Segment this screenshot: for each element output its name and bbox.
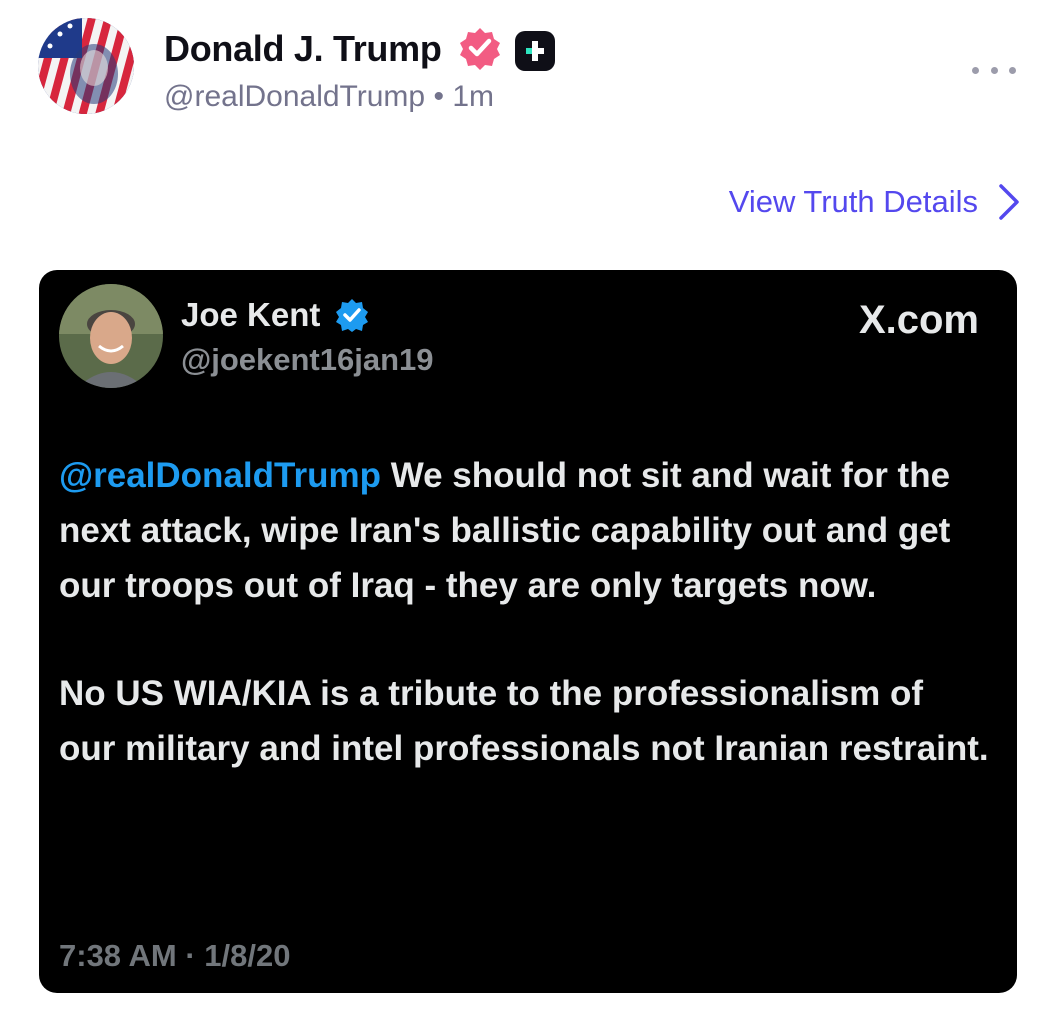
- post-time: 1m: [452, 80, 494, 113]
- post-header: Donald J. Trump @realDonaldTrump • 1m: [38, 18, 1038, 118]
- view-truth-details-label: View Truth Details: [728, 184, 978, 219]
- author-avatar[interactable]: [38, 18, 134, 114]
- author-name[interactable]: Donald J. Trump: [164, 28, 442, 70]
- embed-author-name: Joe Kent: [181, 296, 321, 333]
- more-dot: [1009, 66, 1016, 74]
- embed-author-avatar: [59, 284, 163, 388]
- embed-paragraph-1: @realDonaldTrump We should not sit and w…: [59, 448, 989, 613]
- verified-badge-icon: [460, 28, 500, 70]
- separator-dot: •: [433, 80, 444, 113]
- avatar-flag-portrait: [38, 18, 134, 114]
- x-verified-icon: [336, 299, 368, 332]
- x-com-logo: X.com: [858, 298, 979, 342]
- more-dot: [972, 66, 979, 74]
- embed-timestamp: 7:38 AM · 1/8/20: [59, 938, 291, 973]
- embed-paragraph-2: No US WIA/KIA is a tribute to the profes…: [59, 674, 989, 768]
- plus-badge-icon: [515, 31, 555, 71]
- embed-mention: @realDonaldTrump: [59, 456, 381, 495]
- embedded-x-post-image[interactable]: Joe Kent @joekent16jan19 X.com @realDona…: [39, 270, 1017, 993]
- more-dot: [990, 66, 998, 74]
- more-options-icon[interactable]: [972, 60, 1016, 80]
- author-handle-line: @realDonaldTrump • 1m: [164, 80, 494, 114]
- author-handle[interactable]: @realDonaldTrump: [164, 80, 425, 113]
- embed-avatar-portrait: [59, 284, 163, 388]
- embed-author-handle: @joekent16jan19: [181, 342, 434, 377]
- view-truth-details-link[interactable]: View Truth Details: [729, 182, 1022, 222]
- chevron-right-icon: [999, 184, 1019, 220]
- embed-post-text: @realDonaldTrump We should not sit and w…: [59, 448, 989, 829]
